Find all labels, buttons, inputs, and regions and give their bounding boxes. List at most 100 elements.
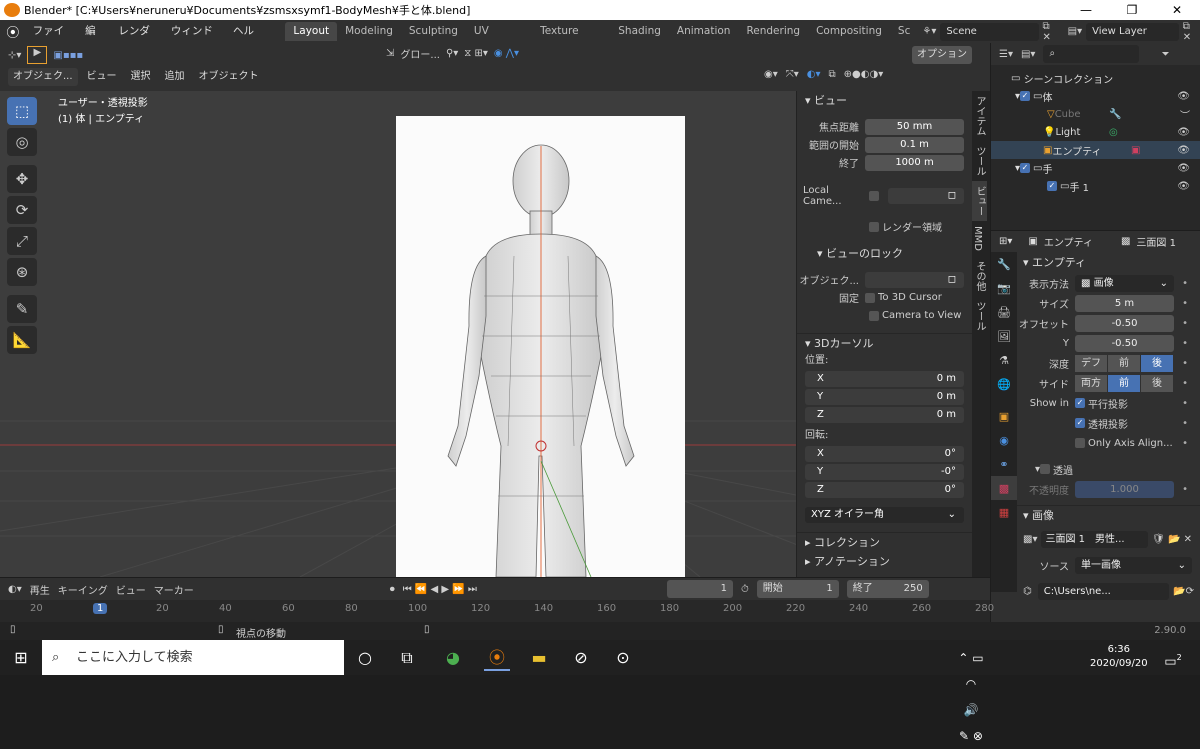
new-scene-icon[interactable]: ⧉ ✕ [1043, 21, 1060, 43]
output-props-icon[interactable]: 🖨 [991, 300, 1017, 324]
system-tray-icons[interactable]: ⌃ ▭ ◠ 🔊 ✎ ⊗ [958, 645, 984, 743]
menu-select[interactable]: 選択 [126, 68, 156, 86]
notification-icon[interactable]: ▭2 [1160, 645, 1186, 671]
menu-object[interactable]: オブジェクト [194, 68, 264, 86]
select-box-icon[interactable]: ▣▪▪▪ [53, 50, 83, 61]
chrome-icon[interactable]: ◕ [440, 645, 466, 671]
empty-section-header[interactable]: ▾ エンプティ [1017, 253, 1200, 273]
end-frame-field[interactable]: 終了 250 [846, 580, 929, 598]
transform-orientation-icon[interactable]: ⇲ [386, 48, 394, 59]
tab-tool-2[interactable]: ツール [972, 296, 987, 336]
close-button[interactable]: ✕ [1154, 0, 1200, 20]
eye-closed-icon[interactable]: ︶ [1180, 107, 1190, 122]
tab-item[interactable]: アイテム [972, 91, 987, 141]
rotate-tool-icon[interactable]: ⟳ [7, 196, 37, 224]
maximize-button[interactable]: ❐ [1109, 0, 1155, 20]
scene-icon[interactable]: ⚘▾ [922, 26, 936, 37]
view-layer-field[interactable]: View Layer [1086, 22, 1179, 41]
menu-edit[interactable]: 編集 [78, 20, 111, 60]
outliner-type-icon[interactable]: ☰▾ [999, 49, 1013, 60]
cortana-icon[interactable]: ○ [352, 645, 378, 671]
image-path-field[interactable]: C:\Users\ne... [1037, 582, 1170, 600]
taskbar-clock[interactable]: 6:36 2020/09/20 [1090, 643, 1148, 671]
image-browse-icon[interactable]: ▩▾ [1023, 534, 1037, 545]
menu-file[interactable]: ファイル [26, 20, 79, 60]
object-props-icon[interactable]: ▣ [991, 404, 1017, 428]
cursor-section-header[interactable]: ▾ 3Dカーソル [797, 333, 972, 353]
tab-animation[interactable]: Animation [669, 22, 739, 41]
rotation-z-field[interactable]: Z 0° [805, 481, 964, 498]
scene-props-icon[interactable]: ⚗ [991, 348, 1017, 372]
image-field[interactable]: 三面図 1 男性... [1041, 530, 1149, 548]
tab-modeling[interactable]: Modeling [337, 22, 401, 41]
menu-help[interactable]: ヘルプ [226, 20, 269, 60]
view-section-header[interactable]: ▾ ビュー [797, 91, 972, 111]
rotation-mode-select[interactable]: XYZ オイラー角 ⌄ [805, 506, 964, 523]
outliner-item-hand[interactable]: 手 [1042, 161, 1052, 176]
texture-props-icon[interactable]: ▦ [991, 500, 1017, 524]
gizmo-icon[interactable]: ⤧▾ [786, 69, 799, 80]
tab-view[interactable]: ビュー [972, 181, 987, 221]
collection-section-header[interactable]: ▸ コレクション [797, 532, 972, 552]
folder-icon[interactable]: 📂⟳ [1173, 586, 1194, 597]
side-back-button[interactable]: 後 [1141, 374, 1174, 392]
to-cursor-checkbox[interactable] [865, 292, 875, 303]
menu-render[interactable]: レンダー [111, 20, 164, 60]
menu-view[interactable]: ビュー [82, 68, 122, 86]
offset-y-field[interactable]: -0.50 [1075, 334, 1174, 352]
select-box-tool-icon[interactable]: ⬚ [7, 97, 37, 125]
view-layer-props-icon[interactable]: 🖼 [991, 324, 1017, 348]
ortho-checkbox[interactable]: ✓ [1075, 398, 1085, 408]
camera-to-view-checkbox[interactable] [869, 310, 879, 321]
xray-icon[interactable]: ⧉ [829, 69, 836, 80]
physics-props-icon[interactable]: ◉ [991, 428, 1017, 452]
opacity-field[interactable]: 1.000 [1075, 480, 1174, 498]
cursor-tool-icon[interactable]: ◎ [7, 128, 37, 156]
image-actions-icon[interactable]: 🛡 📂 ✕ [1152, 534, 1192, 545]
display-select[interactable]: ▩ 画像 ⌄ [1075, 274, 1174, 292]
view-lock-header[interactable]: ▾ ビューのロック [797, 244, 972, 264]
collection-body-checkbox[interactable]: ✓ [1020, 91, 1031, 101]
render-props-icon[interactable]: 📷 [991, 276, 1017, 300]
shading-icon[interactable]: ⊕●◐◑▾ [844, 69, 884, 80]
tab-uv-editing[interactable]: UV Editing [466, 22, 532, 56]
frame-ruler[interactable]: 20 1 20 40 60 80 100 120 140 160 180 200 220 240 260 28… [0, 600, 994, 622]
tab-sculpting[interactable]: Sculpting [401, 22, 466, 41]
tab-other[interactable]: その他 [972, 256, 987, 296]
scene-field[interactable]: Scene [940, 22, 1039, 41]
file-explorer-icon[interactable]: ▬ [526, 645, 552, 671]
playback-menu[interactable]: 再生 [30, 582, 50, 597]
tab-shading[interactable]: Shading [610, 22, 669, 41]
offset-x-field[interactable]: -0.50 [1075, 314, 1174, 332]
filter-icon[interactable]: ⏷ [1161, 49, 1169, 60]
tab-rendering[interactable]: Rendering [738, 22, 808, 41]
only-axis-checkbox[interactable] [1075, 438, 1085, 448]
cursor-y-field[interactable]: Y0 m [805, 388, 964, 405]
depth-front-button[interactable]: 前 [1108, 354, 1141, 372]
outliner-item-empty[interactable]: エンプティ [1052, 143, 1101, 158]
clip-end-field[interactable]: 1000 m [865, 154, 964, 171]
playback-controls-icon[interactable]: ⏮ ⏪ ◀ ▶ ⏩ ⏭ [403, 584, 477, 595]
options-button[interactable]: オプション [912, 46, 972, 64]
clip-start-field[interactable]: 0.1 m [865, 136, 964, 153]
keying-menu[interactable]: キーイング [58, 582, 108, 597]
transform-orientation[interactable]: グロー... [400, 46, 440, 61]
eye-icon[interactable]: 👁 [1177, 181, 1190, 192]
transparency-checkbox[interactable] [1040, 464, 1051, 474]
local-camera-checkbox[interactable] [869, 190, 879, 201]
overlay-icon[interactable]: ◐▾ [807, 69, 821, 80]
proportional-icon[interactable]: ◉ ⋀▾ [494, 48, 519, 59]
windows-start-icon[interactable]: ⊞ [8, 645, 34, 671]
constraints-props-icon[interactable]: ⚭ [991, 452, 1017, 476]
blender-menu-icon[interactable]: ⦿ [0, 22, 26, 41]
outliner-item-body[interactable]: 体 [1042, 89, 1052, 104]
persp-checkbox[interactable]: ✓ [1075, 418, 1085, 428]
scale-tool-icon[interactable]: ⤢ [7, 227, 37, 255]
transform-tool-icon[interactable]: ⊛ [7, 258, 37, 286]
app-icon-1[interactable]: ⊘ [568, 645, 594, 671]
outliner-item-cube[interactable]: Cube [1055, 109, 1081, 120]
timeline-editor-icon[interactable]: ◐▾ [8, 584, 22, 595]
clock-icon[interactable]: ⏱ [741, 584, 749, 595]
collection-hand-checkbox[interactable]: ✓ [1020, 163, 1031, 173]
data-props-icon[interactable]: ▩ [991, 476, 1017, 500]
